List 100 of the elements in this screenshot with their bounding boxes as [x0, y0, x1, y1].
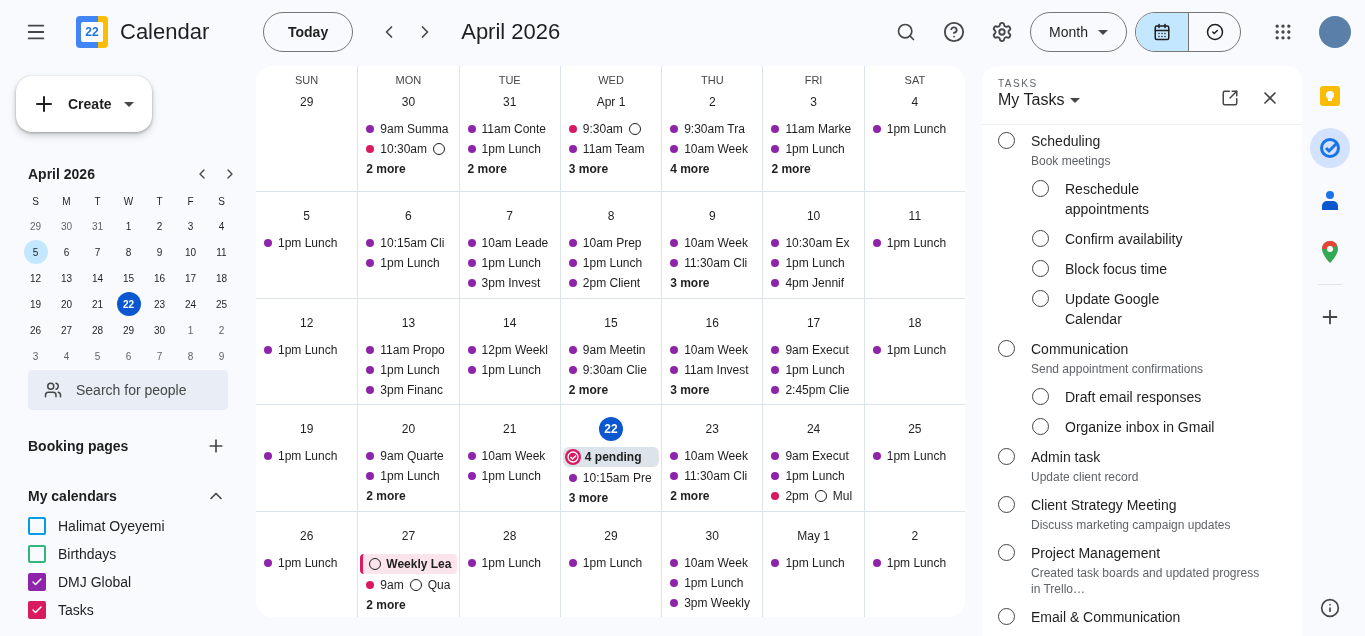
day-number[interactable]: May 1 [795, 523, 832, 548]
day-number[interactable]: 7 [497, 204, 522, 228]
day-number[interactable]: 17 [801, 310, 826, 335]
day-number[interactable]: 9 [700, 204, 725, 228]
event-item[interactable]: 9am Meetin [566, 340, 660, 359]
all-day-task[interactable]: Weekly Lea [360, 553, 457, 574]
event-item[interactable]: 1pm Lunch [364, 467, 457, 485]
event-item[interactable]: 1pm Lunch [769, 360, 862, 379]
mini-calendar-day[interactable]: 10 [178, 240, 203, 264]
day-number[interactable]: 20 [396, 417, 421, 441]
mini-calendar-day[interactable]: 6 [116, 344, 141, 368]
event-item[interactable]: 1pm Lunch [364, 360, 457, 379]
event-item[interactable]: 1pm Lunch [870, 447, 963, 465]
event-item[interactable]: 1pm Lunch [465, 553, 558, 572]
event-item[interactable]: 10am Week [668, 340, 761, 359]
more-link[interactable]: 3 more [566, 160, 609, 178]
avatar[interactable] [1319, 16, 1351, 48]
event-item[interactable]: 1pm Lunch [870, 340, 963, 359]
event-item[interactable]: 1pm Lunch [769, 140, 862, 158]
mini-calendar-day[interactable]: 11 [209, 240, 234, 264]
mini-calendar-day[interactable]: 16 [147, 266, 172, 290]
event-item[interactable]: 11am Invest [668, 360, 761, 379]
mini-calendar-day[interactable]: 30 [147, 318, 172, 342]
day-number[interactable]: 28 [497, 523, 522, 548]
event-item[interactable]: 2pm Client [566, 274, 660, 292]
day-number[interactable]: 15 [599, 310, 623, 335]
day-number[interactable]: 10 [801, 204, 826, 228]
mini-calendar-day[interactable]: 18 [209, 266, 234, 290]
mini-calendar-day[interactable]: 2 [147, 214, 172, 238]
mini-calendar-day[interactable]: 17 [178, 266, 203, 290]
day-number[interactable]: 25 [902, 417, 927, 441]
event-item[interactable]: 10am Week [668, 140, 761, 158]
calendar-checkbox[interactable] [28, 573, 46, 591]
day-number[interactable]: 2 [700, 90, 725, 114]
pending-tasks-chip[interactable]: 4 pending [562, 447, 660, 467]
event-item[interactable]: 3pm Weekly [668, 593, 761, 612]
mini-calendar-day[interactable]: 30 [54, 214, 79, 238]
day-number[interactable]: 30 [396, 90, 421, 114]
mini-calendar-day[interactable]: 24 [178, 292, 203, 316]
event-item[interactable]: 10am Week [668, 553, 761, 572]
day-number[interactable]: 5 [294, 204, 319, 228]
mini-calendar-day[interactable]: 9 [209, 344, 234, 368]
day-number[interactable]: 11 [902, 204, 927, 228]
mini-calendar-day[interactable]: 1 [116, 214, 141, 238]
day-number[interactable]: 13 [396, 310, 421, 335]
day-number[interactable]: 30 [700, 523, 725, 548]
event-item[interactable]: 1pm Lunch [769, 254, 862, 272]
day-number[interactable]: 21 [497, 417, 522, 441]
task-item[interactable]: 9am Qua [364, 575, 457, 594]
day-number[interactable]: 24 [801, 417, 826, 441]
mini-calendar-day[interactable]: 27 [54, 318, 79, 342]
event-item[interactable]: 1pm Lunch [262, 234, 356, 252]
event-item[interactable]: 1pm Lunch [769, 467, 862, 485]
day-number[interactable]: 26 [294, 523, 319, 548]
task-item[interactable]: 2pm Mul [769, 487, 862, 505]
event-item[interactable]: 9am Execut [769, 447, 862, 465]
mini-calendar-day[interactable]: 25 [209, 292, 234, 316]
more-link[interactable]: 3 more [668, 274, 710, 292]
event-item[interactable]: 10am Week [668, 234, 761, 252]
day-number[interactable]: 4 [902, 90, 927, 114]
event-item[interactable]: 10am Week [668, 447, 761, 465]
event-item[interactable]: 1pm Lunch [668, 573, 761, 592]
event-item[interactable]: 1pm Lunch [262, 340, 356, 359]
mini-calendar-day[interactable]: 26 [23, 318, 48, 342]
event-item[interactable]: 2:45pm Clie [769, 380, 862, 399]
event-item[interactable]: 11am Conte [465, 120, 558, 138]
event-item[interactable]: 11am Propo [364, 340, 457, 359]
search-people-field[interactable]: Search for people [28, 370, 228, 410]
event-item[interactable]: 1pm Lunch [262, 553, 356, 572]
day-number[interactable]: 18 [902, 310, 927, 335]
more-link[interactable]: 2 more [465, 160, 507, 178]
more-link[interactable]: 3 more [566, 489, 609, 507]
mini-calendar-day[interactable]: 13 [54, 266, 79, 290]
create-button[interactable]: Create [16, 76, 152, 132]
task-item[interactable]: 9:30am [566, 120, 660, 138]
more-link[interactable]: 2 more [668, 487, 710, 505]
mini-calendar-day[interactable]: 23 [147, 292, 172, 316]
event-item[interactable]: 1pm Lunch [465, 140, 558, 158]
event-item[interactable]: 9:30am Tra [668, 120, 761, 138]
event-item[interactable]: 1pm Lunch [465, 360, 558, 379]
day-number[interactable]: Apr 1 [594, 90, 628, 114]
day-number[interactable]: 22 [599, 417, 623, 441]
day-number[interactable]: 12 [294, 310, 319, 335]
mini-calendar-day[interactable]: 1 [178, 318, 203, 342]
event-item[interactable]: 1pm Lunch [465, 254, 558, 272]
calendar-checkbox[interactable] [28, 545, 46, 563]
event-item[interactable]: 9am Summa [364, 120, 457, 138]
calendar-checkbox[interactable] [28, 517, 46, 535]
day-number[interactable]: 8 [599, 204, 623, 228]
task-item[interactable]: 10:30am [364, 140, 457, 158]
mini-calendar-day[interactable]: 21 [85, 292, 110, 316]
more-link[interactable]: 2 more [566, 380, 609, 399]
day-number[interactable]: 2 [902, 523, 927, 548]
day-number[interactable]: 29 [294, 90, 319, 114]
calendar-view-button[interactable] [1136, 13, 1188, 51]
mini-calendar-day[interactable]: 6 [54, 240, 79, 264]
event-item[interactable]: 11:30am Cli [668, 254, 761, 272]
day-number[interactable]: 3 [801, 90, 826, 114]
mini-calendar-day[interactable]: 4 [209, 214, 234, 238]
mini-calendar-day[interactable]: 19 [23, 292, 48, 316]
